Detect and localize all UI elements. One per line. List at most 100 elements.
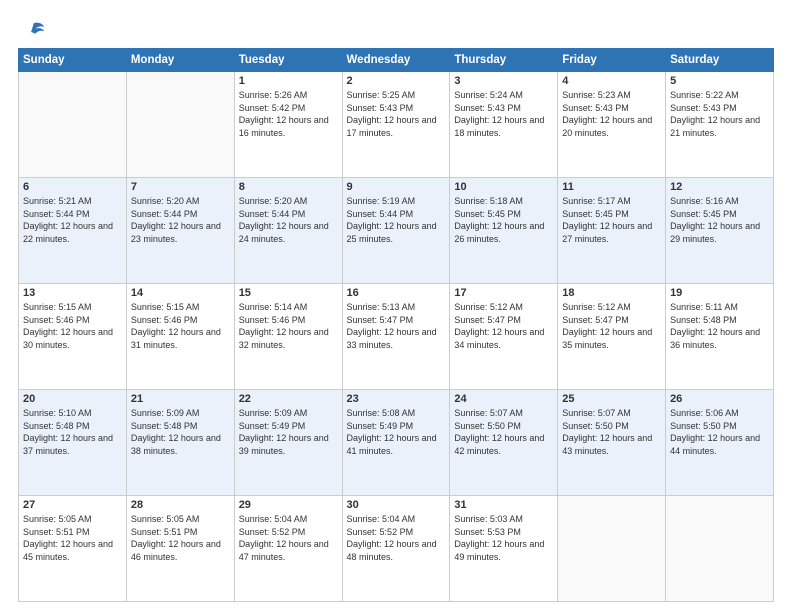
calendar-day-1: 1 Sunrise: 5:26 AM Sunset: 5:42 PM Daylig… xyxy=(234,72,342,178)
day-info: Sunrise: 5:06 AM Sunset: 5:50 PM Dayligh… xyxy=(670,408,760,456)
day-info: Sunrise: 5:12 AM Sunset: 5:47 PM Dayligh… xyxy=(562,302,652,350)
calendar-day-27: 27 Sunrise: 5:05 AM Sunset: 5:51 PM Dayli… xyxy=(19,496,127,602)
weekday-friday: Friday xyxy=(558,49,666,72)
day-number: 17 xyxy=(454,287,553,299)
calendar-day-14: 14Sunrise: 5:15 AM Sunset: 5:46 PM Dayli… xyxy=(126,284,234,390)
day-number: 30 xyxy=(347,499,446,511)
day-number: 3 xyxy=(454,75,553,87)
day-number: 15 xyxy=(239,287,338,299)
day-number: 13 xyxy=(23,287,122,299)
calendar-day-23: 23 Sunrise: 5:08 AM Sunset: 5:49 PM Dayli… xyxy=(342,390,450,496)
calendar-day-29: 29 Sunrise: 5:04 AM Sunset: 5:52 PM Dayli… xyxy=(234,496,342,602)
calendar-day-18: 18 Sunrise: 5:12 AM Sunset: 5:47 PM Dayli… xyxy=(558,284,666,390)
logo-bird-icon xyxy=(18,18,46,46)
day-number: 22 xyxy=(239,393,338,405)
empty-cell xyxy=(126,72,234,178)
calendar-day-6: 6 Sunrise: 5:21 AM Sunset: 5:44 PM Daylig… xyxy=(19,178,127,284)
day-number: 16 xyxy=(347,287,446,299)
calendar-day-10: 10 Sunrise: 5:18 AM Sunset: 5:45 PM Dayli… xyxy=(450,178,558,284)
day-number: 14 xyxy=(131,287,230,299)
day-info: Sunrise: 5:26 AM Sunset: 5:42 PM Dayligh… xyxy=(239,90,329,138)
day-info: Sunrise: 5:09 AM Sunset: 5:49 PM Dayligh… xyxy=(239,408,329,456)
empty-cell xyxy=(19,72,127,178)
calendar-day-30: 30Sunrise: 5:04 AM Sunset: 5:52 PM Dayli… xyxy=(342,496,450,602)
calendar-day-2: 2 Sunrise: 5:25 AM Sunset: 5:43 PM Daylig… xyxy=(342,72,450,178)
day-info: Sunrise: 5:04 AM Sunset: 5:52 PM Dayligh… xyxy=(239,514,329,562)
header xyxy=(18,18,774,40)
weekday-sunday: Sunday xyxy=(19,49,127,72)
day-info: Sunrise: 5:05 AM Sunset: 5:51 PM Dayligh… xyxy=(23,514,113,562)
day-info: Sunrise: 5:12 AM Sunset: 5:47 PM Dayligh… xyxy=(454,302,544,350)
day-info: Sunrise: 5:13 AM Sunset: 5:47 PM Dayligh… xyxy=(347,302,437,350)
calendar-week-2: 6 Sunrise: 5:21 AM Sunset: 5:44 PM Daylig… xyxy=(19,178,774,284)
day-info: Sunrise: 5:19 AM Sunset: 5:44 PM Dayligh… xyxy=(347,196,437,244)
day-number: 11 xyxy=(562,181,661,193)
calendar-day-11: 11Sunrise: 5:17 AM Sunset: 5:45 PM Dayli… xyxy=(558,178,666,284)
day-info: Sunrise: 5:24 AM Sunset: 5:43 PM Dayligh… xyxy=(454,90,544,138)
empty-cell xyxy=(666,496,774,602)
weekday-thursday: Thursday xyxy=(450,49,558,72)
day-number: 31 xyxy=(454,499,553,511)
calendar-table: SundayMondayTuesdayWednesdayThursdayFrid… xyxy=(18,48,774,602)
calendar-day-17: 17 Sunrise: 5:12 AM Sunset: 5:47 PM Dayli… xyxy=(450,284,558,390)
day-number: 1 xyxy=(239,75,338,87)
day-number: 2 xyxy=(347,75,446,87)
day-info: Sunrise: 5:23 AM Sunset: 5:43 PM Dayligh… xyxy=(562,90,652,138)
day-info: Sunrise: 5:21 AM Sunset: 5:44 PM Dayligh… xyxy=(23,196,113,244)
day-info: Sunrise: 5:20 AM Sunset: 5:44 PM Dayligh… xyxy=(239,196,329,244)
day-info: Sunrise: 5:11 AM Sunset: 5:48 PM Dayligh… xyxy=(670,302,760,350)
calendar-day-25: 25 Sunrise: 5:07 AM Sunset: 5:50 PM Dayli… xyxy=(558,390,666,496)
weekday-header-row: SundayMondayTuesdayWednesdayThursdayFrid… xyxy=(19,49,774,72)
calendar-day-12: 12Sunrise: 5:16 AM Sunset: 5:45 PM Dayli… xyxy=(666,178,774,284)
day-number: 18 xyxy=(562,287,661,299)
day-number: 23 xyxy=(347,393,446,405)
calendar-day-13: 13 Sunrise: 5:15 AM Sunset: 5:46 PM Dayli… xyxy=(19,284,127,390)
day-info: Sunrise: 5:07 AM Sunset: 5:50 PM Dayligh… xyxy=(454,408,544,456)
day-number: 28 xyxy=(131,499,230,511)
day-info: Sunrise: 5:16 AM Sunset: 5:45 PM Dayligh… xyxy=(670,196,760,244)
calendar-day-3: 3 Sunrise: 5:24 AM Sunset: 5:43 PM Daylig… xyxy=(450,72,558,178)
weekday-monday: Monday xyxy=(126,49,234,72)
day-number: 5 xyxy=(670,75,769,87)
page: SundayMondayTuesdayWednesdayThursdayFrid… xyxy=(0,0,792,612)
day-number: 24 xyxy=(454,393,553,405)
calendar-day-9: 9 Sunrise: 5:19 AM Sunset: 5:44 PM Daylig… xyxy=(342,178,450,284)
day-info: Sunrise: 5:05 AM Sunset: 5:51 PM Dayligh… xyxy=(131,514,221,562)
day-number: 9 xyxy=(347,181,446,193)
logo xyxy=(18,18,46,40)
day-number: 8 xyxy=(239,181,338,193)
day-number: 21 xyxy=(131,393,230,405)
day-info: Sunrise: 5:14 AM Sunset: 5:46 PM Dayligh… xyxy=(239,302,329,350)
calendar-week-5: 27 Sunrise: 5:05 AM Sunset: 5:51 PM Dayli… xyxy=(19,496,774,602)
day-number: 29 xyxy=(239,499,338,511)
day-number: 20 xyxy=(23,393,122,405)
day-info: Sunrise: 5:15 AM Sunset: 5:46 PM Dayligh… xyxy=(23,302,113,350)
calendar-day-8: 8 Sunrise: 5:20 AM Sunset: 5:44 PM Daylig… xyxy=(234,178,342,284)
day-number: 10 xyxy=(454,181,553,193)
day-info: Sunrise: 5:03 AM Sunset: 5:53 PM Dayligh… xyxy=(454,514,544,562)
calendar-day-20: 20 Sunrise: 5:10 AM Sunset: 5:48 PM Dayli… xyxy=(19,390,127,496)
calendar-day-4: 4 Sunrise: 5:23 AM Sunset: 5:43 PM Daylig… xyxy=(558,72,666,178)
day-info: Sunrise: 5:09 AM Sunset: 5:48 PM Dayligh… xyxy=(131,408,221,456)
day-number: 4 xyxy=(562,75,661,87)
calendar-day-5: 5 Sunrise: 5:22 AM Sunset: 5:43 PM Daylig… xyxy=(666,72,774,178)
calendar-day-22: 22 Sunrise: 5:09 AM Sunset: 5:49 PM Dayli… xyxy=(234,390,342,496)
day-number: 19 xyxy=(670,287,769,299)
day-number: 25 xyxy=(562,393,661,405)
day-info: Sunrise: 5:10 AM Sunset: 5:48 PM Dayligh… xyxy=(23,408,113,456)
day-info: Sunrise: 5:20 AM Sunset: 5:44 PM Dayligh… xyxy=(131,196,221,244)
day-number: 6 xyxy=(23,181,122,193)
day-info: Sunrise: 5:18 AM Sunset: 5:45 PM Dayligh… xyxy=(454,196,544,244)
calendar-day-26: 26 Sunrise: 5:06 AM Sunset: 5:50 PM Dayli… xyxy=(666,390,774,496)
day-info: Sunrise: 5:08 AM Sunset: 5:49 PM Dayligh… xyxy=(347,408,437,456)
calendar-day-15: 15 Sunrise: 5:14 AM Sunset: 5:46 PM Dayli… xyxy=(234,284,342,390)
day-number: 26 xyxy=(670,393,769,405)
weekday-wednesday: Wednesday xyxy=(342,49,450,72)
day-number: 7 xyxy=(131,181,230,193)
calendar-day-31: 31 Sunrise: 5:03 AM Sunset: 5:53 PM Dayli… xyxy=(450,496,558,602)
day-info: Sunrise: 5:07 AM Sunset: 5:50 PM Dayligh… xyxy=(562,408,652,456)
day-number: 27 xyxy=(23,499,122,511)
calendar-day-28: 28 Sunrise: 5:05 AM Sunset: 5:51 PM Dayli… xyxy=(126,496,234,602)
day-info: Sunrise: 5:22 AM Sunset: 5:43 PM Dayligh… xyxy=(670,90,760,138)
day-info: Sunrise: 5:25 AM Sunset: 5:43 PM Dayligh… xyxy=(347,90,437,138)
